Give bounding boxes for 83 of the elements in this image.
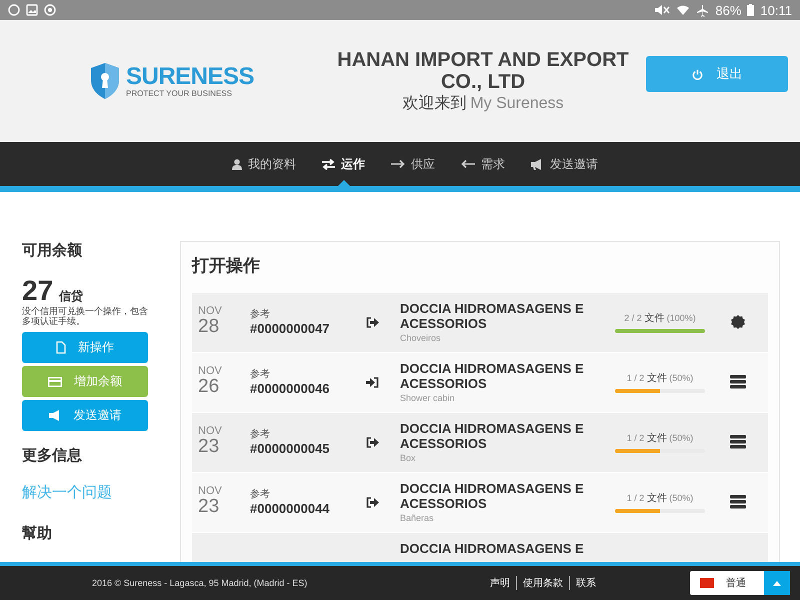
operation-title: DOCCIA HIDROMASAGENS E — [400, 541, 585, 556]
power-icon — [692, 68, 702, 80]
date-day: 23 — [198, 437, 242, 457]
reference-number: #0000000045 — [250, 441, 331, 456]
operation-row[interactable]: NOV 28 参考 #0000000047 DOCCIA HIDROMASAGENS E ACESSORIOS Choveiros 2 / 2 文件 (100%) — [192, 293, 768, 353]
mute-icon — [654, 4, 670, 16]
sign-in-icon — [366, 377, 379, 388]
sign-out-icon — [366, 317, 379, 328]
reference-label: 参考 — [250, 428, 271, 441]
file-count: 1 / 2 文件 (50%) — [626, 372, 694, 385]
file-count: 1 / 2 文件 (50%) — [626, 492, 694, 505]
reference-number: #0000000046 — [250, 381, 331, 396]
operation-title: DOCCIA HIDROMASAGENS E ACESSORIOS — [400, 481, 585, 511]
flag-icon — [700, 578, 714, 588]
operation-category: Bañeras — [400, 513, 435, 523]
operation-category: Box — [400, 453, 417, 463]
logo-wordmark: SURENESS — [126, 64, 254, 88]
credit-note: 没个信用可兑换一个操作，包含多项认证手续。 — [22, 306, 148, 326]
megaphone-icon — [531, 158, 544, 170]
file-count: 2 / 2 文件 (100%) — [624, 312, 696, 325]
arrow-left-icon — [461, 159, 475, 169]
file-count: 1 / 2 文件 (50%) — [626, 432, 694, 445]
operation-category: Choveiros — [400, 333, 442, 343]
battery-percent: 86% — [715, 2, 742, 18]
language-selector[interactable]: 普通 — [690, 571, 764, 595]
airplane-icon — [696, 4, 710, 16]
clock: 10:11 — [760, 2, 792, 18]
nav-tab[interactable]: 供应 — [391, 142, 435, 186]
list-icon — [730, 375, 746, 389]
reference-label: 参考 — [250, 308, 271, 321]
help-heading: 幫助 — [22, 524, 53, 543]
footer-link[interactable]: 联系 — [569, 576, 602, 590]
reference-number: #0000000044 — [250, 501, 331, 516]
megaphone-icon — [48, 410, 62, 421]
operation-row[interactable]: NOV 26 参考 #0000000046 DOCCIA HIDROMASAGENS E ACESSORIOS Shower cabin 1 / 2 文件 (50%) — [192, 353, 768, 413]
logo-tagline: PROTECT YOUR BUSINESS — [126, 88, 233, 98]
nav-tab[interactable]: 我的资料 — [232, 142, 296, 186]
shield-icon — [90, 62, 120, 100]
operation-category: Shower cabin — [400, 393, 456, 403]
site-name: My Sureness — [470, 94, 564, 112]
exchange-icon — [322, 158, 335, 170]
list-icon — [730, 495, 746, 509]
operation-row[interactable]: NOV 23 参考 #0000000044 DOCCIA HIDROMASAGENS E ACESSORIOS Bañeras 1 / 2 文件 (50%) — [192, 473, 768, 533]
operation-title: DOCCIA HIDROMASAGENS E ACESSORIOS — [400, 361, 585, 391]
copyright-text: 2016 © Sureness - Lagasca, 95 Madrid, (Madrid - ES) — [92, 578, 308, 588]
operation-title: DOCCIA HIDROMASAGENS E ACESSORIOS — [400, 421, 585, 451]
sign-out-icon — [366, 497, 379, 508]
credit-count: 27 — [22, 276, 54, 306]
battery-icon — [747, 4, 754, 16]
image-icon — [26, 4, 38, 16]
footer-link[interactable]: 声明 — [484, 576, 516, 590]
operation-row[interactable]: DOCCIA HIDROMASAGENS E — [192, 533, 768, 562]
credit-unit: 信贷 — [59, 288, 84, 305]
nav-tab[interactable]: 需求 — [461, 142, 505, 186]
wifi-icon — [676, 4, 690, 16]
file-icon — [56, 341, 66, 354]
date-month: NOV — [198, 305, 223, 317]
list-icon — [730, 435, 746, 449]
date-month: NOV — [198, 365, 223, 377]
company-name: HANAN IMPORT AND EXPORT CO., LTD — [336, 48, 630, 92]
nav-tab[interactable]: 发送邀请 — [531, 142, 598, 186]
reference-label: 参考 — [250, 488, 271, 501]
certificate-icon — [731, 315, 745, 329]
operation-row[interactable]: NOV 23 参考 #0000000045 DOCCIA HIDROMASAGENS E ACESSORIOS Box 1 / 2 文件 (50%) — [192, 413, 768, 473]
arrow-right-icon — [391, 159, 405, 169]
user-icon — [232, 158, 242, 170]
date-day: 28 — [198, 317, 242, 337]
credit-card-icon — [48, 376, 62, 386]
welcome-text: 欢迎来到 — [402, 94, 466, 114]
more-info-heading: 更多信息 — [22, 446, 83, 465]
scroll-up-button[interactable] — [764, 571, 790, 595]
caret-up-icon — [773, 580, 781, 586]
footer-link[interactable]: 使用条款 — [516, 576, 569, 590]
reference-number: #0000000047 — [250, 321, 331, 336]
date-month: NOV — [198, 485, 223, 497]
sign-out-icon — [366, 437, 379, 448]
balance-heading: 可用余额 — [22, 241, 83, 260]
reference-label: 参考 — [250, 368, 271, 381]
panel-title: 打开操作 — [192, 255, 261, 277]
operation-title: DOCCIA HIDROMASAGENS E ACESSORIOS — [400, 301, 585, 331]
date-month: NOV — [198, 425, 223, 437]
date-day: 26 — [198, 377, 242, 397]
date-day: 23 — [198, 497, 242, 517]
